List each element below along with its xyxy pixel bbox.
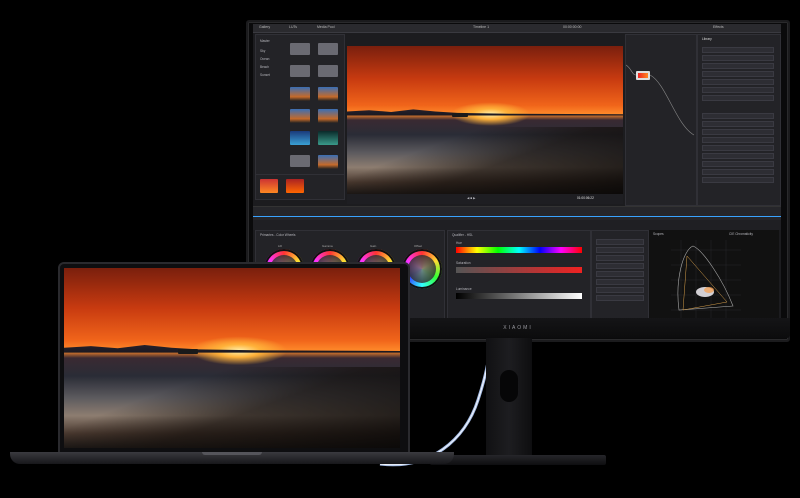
play-icon[interactable]: ◀ ■ ▶ (467, 196, 476, 200)
scopes-title: Scopes (653, 232, 664, 236)
topbar-media-pool[interactable]: Media Pool (317, 25, 335, 29)
qualifier-panel: Qualifier - HSL Hue Saturation Luminance (447, 230, 591, 324)
topbar-effects[interactable]: Effects (713, 25, 724, 29)
clip-strip (255, 174, 345, 200)
media-pool-panel: Master Sky Ocean Beach Sunset (255, 34, 345, 176)
qualifier-title: Qualifier - HSL (452, 233, 473, 237)
luminance-label: Luminance (456, 287, 472, 291)
chromaticity-diagram (671, 240, 741, 320)
node-editor (625, 34, 697, 206)
saturation-label: Saturation (456, 261, 471, 265)
offset-label: Offset (414, 244, 422, 248)
monitor-stand-base (430, 455, 606, 465)
parameters-panel (591, 230, 649, 324)
scopes-panel: Scopes CIE Chromaticity (649, 230, 779, 322)
app-topbar: Gallery LUTs Media Pool Timeline 1 00:00… (253, 24, 781, 33)
luminance-bar[interactable] (456, 293, 582, 299)
scope-mode: CIE Chromaticity (729, 232, 753, 236)
hue-bar[interactable] (456, 247, 582, 253)
primaries-title: Primaries - Color Wheels (260, 233, 296, 237)
topbar-luts[interactable]: LUTs (289, 25, 297, 29)
cable-management-hole (500, 370, 518, 402)
timecode-viewer: 01:00:06:22 (577, 196, 594, 200)
gamma-label: Gamma (322, 244, 333, 248)
laptop-screen-image (64, 268, 400, 448)
hue-label: Hue (456, 241, 462, 245)
gain-label: Gain (370, 244, 377, 248)
library-panel: Library (697, 34, 781, 206)
library-title: Library (702, 37, 712, 41)
color-toolbar (253, 220, 781, 230)
laptop-hinge-notch (202, 452, 262, 455)
viewer-image[interactable] (347, 46, 623, 194)
viewer-controls: ◀ ■ ▶ 01:00:06:22 (347, 194, 623, 204)
timecode-top: 00:00:00:00 (563, 25, 582, 29)
timeline-name: Timeline 1 (473, 25, 490, 29)
saturation-bar[interactable] (456, 267, 582, 273)
lift-label: Lift (278, 244, 283, 248)
topbar-gallery[interactable]: Gallery (259, 25, 270, 29)
